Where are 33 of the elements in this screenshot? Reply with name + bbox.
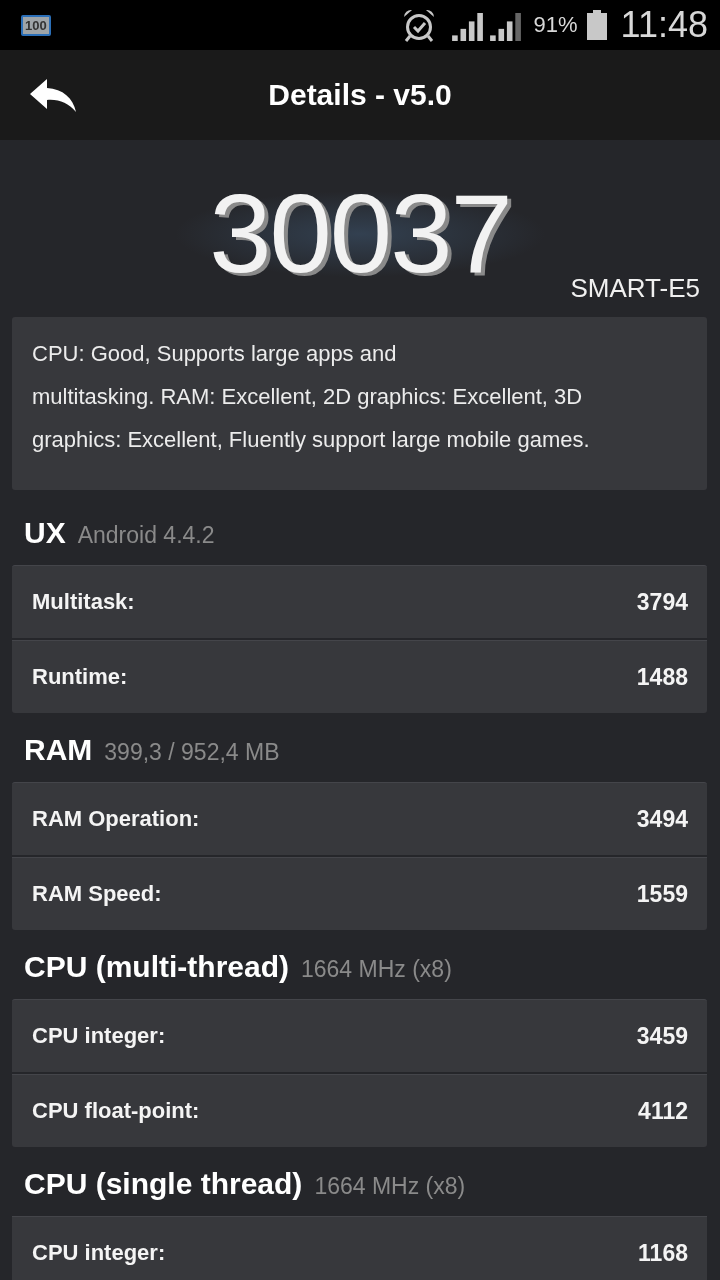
device-name: SMART-E5 xyxy=(570,277,700,299)
back-icon[interactable] xyxy=(30,78,76,112)
section-title: RAM xyxy=(24,733,93,767)
result-value: 1559 xyxy=(636,880,688,908)
result-value: 3794 xyxy=(636,588,688,616)
result-label: CPU float-point: xyxy=(32,1098,200,1124)
battery-icon xyxy=(586,10,607,40)
signal-strength-icon xyxy=(488,13,522,41)
section-subtitle: 1664 MHz (x8) xyxy=(314,1173,466,1200)
result-value: 3494 xyxy=(636,805,688,833)
result-value: 3459 xyxy=(636,1022,688,1050)
result-label: RAM Operation: xyxy=(32,806,200,832)
result-value: 1168 xyxy=(638,1239,688,1267)
alarm-clock-icon xyxy=(401,8,436,42)
result-label: CPU integer: xyxy=(32,1240,166,1266)
section-title: CPU (multi-thread) xyxy=(24,950,289,984)
result-label: RAM Speed: xyxy=(32,881,162,907)
result-value: 1488 xyxy=(636,663,688,691)
section-subtitle: 399,3 / 952,4 MB xyxy=(104,739,280,766)
section-title: UX xyxy=(24,516,66,550)
result-label: CPU integer: xyxy=(32,1023,166,1049)
section-subtitle: Android 4.4.2 xyxy=(77,522,215,549)
notification-badge: 100 xyxy=(21,14,51,36)
result-label: Multitask: xyxy=(32,589,135,615)
battery-percent: 91% xyxy=(533,12,578,38)
summary-text: CPU: Good, Supports large apps and multitasking. RAM: Excellent, 2D graphics: Excellent, 3D graphics: Excellent, Fluently support large mobile games. xyxy=(32,340,591,454)
clock-time: 11:48 xyxy=(620,4,708,46)
section-title: CPU (single thread) xyxy=(24,1167,303,1201)
result-label: Runtime: xyxy=(32,664,128,690)
result-value: 4112 xyxy=(638,1097,688,1125)
screen-title: Details - v5.0 xyxy=(268,78,452,112)
signal-strength-icon xyxy=(450,13,484,41)
section-subtitle: 1664 MHz (x8) xyxy=(301,956,452,983)
